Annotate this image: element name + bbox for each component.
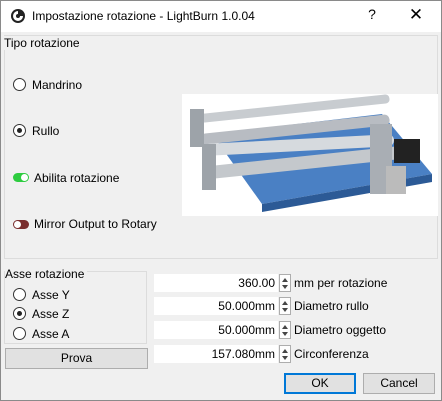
roller-diameter-input[interactable]: 50.000mm — [154, 297, 278, 315]
object-diameter-label: Diametro oggetto — [294, 323, 387, 337]
close-button[interactable]: ✕ — [401, 5, 431, 27]
test-button[interactable]: Prova — [5, 348, 148, 369]
enable-rotary-label[interactable]: Abilita rotazione — [34, 171, 119, 185]
mirror-output-label[interactable]: Mirror Output to Rotary — [34, 217, 157, 231]
chuck-radio-label[interactable]: Mandrino — [32, 78, 82, 92]
axis-z-label[interactable]: Asse Z — [32, 307, 69, 321]
circumference-label: Circonferenza — [294, 347, 369, 361]
roller-diameter-label: Diametro rullo — [294, 299, 369, 313]
cancel-button[interactable]: Cancel — [363, 373, 435, 394]
circumference-input[interactable]: 157.080mm — [154, 345, 278, 363]
object-diameter-input[interactable]: 50.000mm — [154, 321, 278, 339]
mm-per-rotation-spinner[interactable] — [279, 274, 291, 292]
circumference-spinner[interactable] — [279, 345, 291, 363]
lightburn-logo-icon — [11, 9, 25, 23]
window-title: Impostazione rotazione - LightBurn 1.0.0… — [32, 9, 255, 23]
rotary-axis-group-label: Asse rotazione — [5, 267, 88, 281]
rotary-setup-dialog: Impostazione rotazione - LightBurn 1.0.0… — [0, 0, 442, 401]
roller-diameter-spinner[interactable] — [279, 297, 291, 315]
ok-button[interactable]: OK — [284, 373, 356, 394]
roller-radio-label[interactable]: Rullo — [32, 124, 59, 138]
mm-per-rotation-input[interactable]: 360.00 — [154, 274, 278, 292]
axis-a-radio[interactable] — [13, 327, 26, 340]
enable-rotary-toggle[interactable] — [13, 173, 29, 182]
object-diameter-spinner[interactable] — [279, 321, 291, 339]
rotation-type-group-label: Tipo rotazione — [4, 36, 83, 50]
roller-radio[interactable] — [13, 124, 26, 137]
help-button[interactable]: ? — [357, 6, 387, 26]
toggle-knob — [14, 221, 21, 228]
chuck-radio[interactable] — [13, 78, 26, 91]
roller-rotary-photo — [182, 94, 438, 216]
mm-per-rotation-label: mm per rotazione — [294, 276, 388, 290]
title-bar: Impostazione rotazione - LightBurn 1.0.0… — [1, 1, 441, 32]
mirror-output-toggle[interactable] — [13, 220, 29, 229]
axis-y-label[interactable]: Asse Y — [32, 288, 70, 302]
toggle-knob — [21, 174, 28, 181]
axis-y-radio[interactable] — [13, 288, 26, 301]
axis-z-radio[interactable] — [13, 307, 26, 320]
axis-a-label[interactable]: Asse A — [32, 327, 69, 341]
